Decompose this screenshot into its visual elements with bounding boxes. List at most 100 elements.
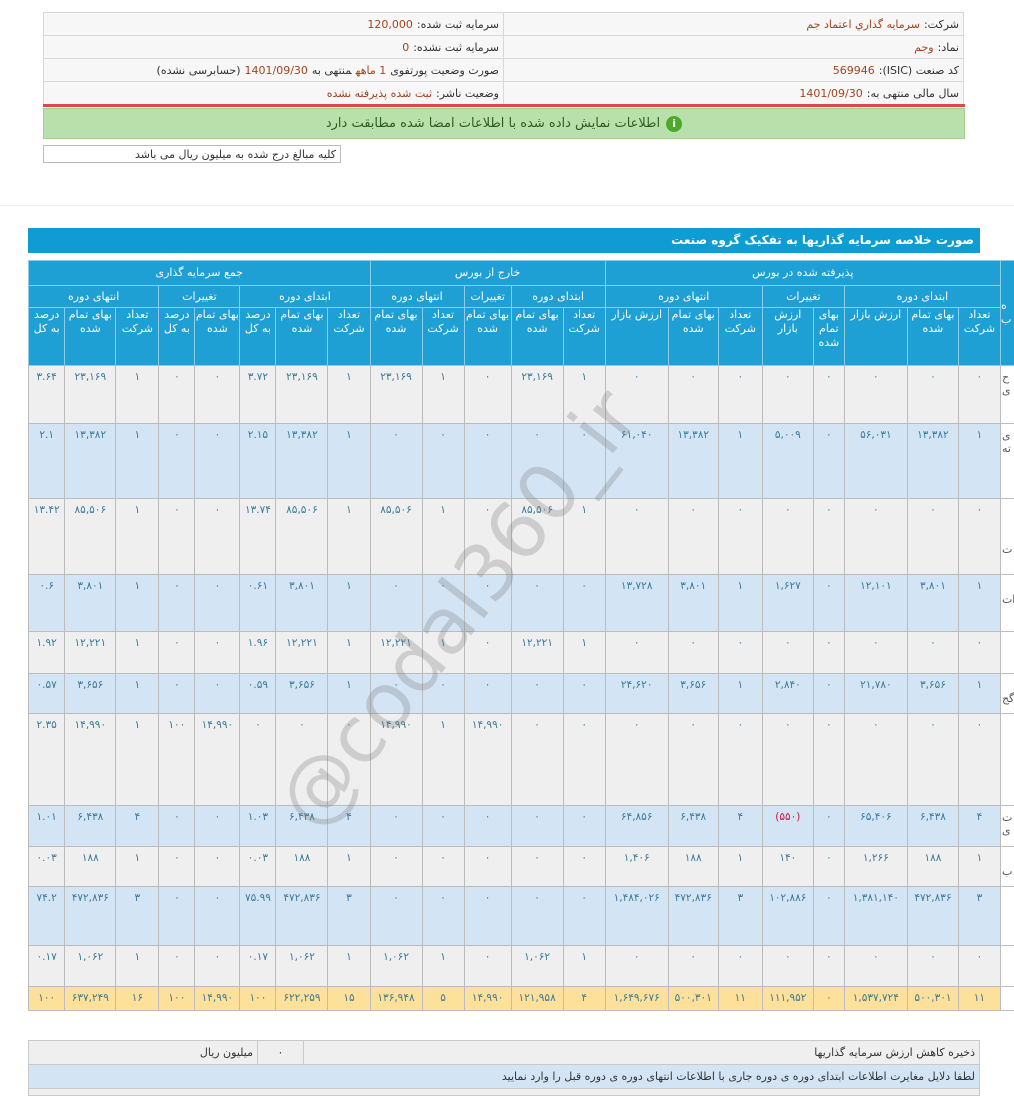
table-cell: ۴: [115, 805, 160, 847]
industry-name: گج: [999, 673, 1014, 714]
table-cell: ۱: [115, 365, 160, 424]
table-cell: ۰: [421, 805, 465, 847]
table-cell: ۰: [906, 945, 959, 987]
table-cell: ۱: [421, 945, 465, 987]
table-cell: ۰: [843, 631, 908, 674]
table-cell: ۱: [115, 498, 160, 575]
table-cell: ۳,۸۰۱: [64, 574, 117, 632]
table-cell: ۶۲۲,۲۵۹: [275, 986, 329, 1011]
table-cell: ۰: [158, 846, 196, 887]
table-cell: ۰: [717, 945, 763, 987]
table-cell: ۶,۴۳۸: [667, 805, 719, 847]
table-cell: ۱: [562, 365, 606, 424]
table-cell: ۶۴,۸۵۶: [604, 805, 669, 847]
period-header: تغییرات: [463, 285, 512, 308]
table-cell: ۱۸۸: [906, 846, 959, 887]
registered-capital-field: سرمایه ثبت شده:120,000: [43, 12, 504, 36]
info-icon: i: [666, 115, 683, 132]
table-cell: ۳,۸۰۱: [906, 574, 959, 632]
table-cell: ۰.۰۳: [239, 846, 277, 887]
discrepancy-prompt: لطفا دلایل مغایرت اطلاعات ابتدای دوره ی …: [28, 1064, 980, 1089]
table-cell: ۰.۱۷: [28, 945, 66, 987]
table-cell: ۳: [957, 886, 1001, 946]
table-cell: ۱: [327, 673, 371, 714]
table-cell: ۷۴.۲: [28, 886, 66, 946]
table-cell: ۱۰۰: [158, 986, 196, 1011]
table-cell: ۰: [604, 945, 669, 987]
column-header: درصد به کل: [28, 307, 66, 366]
company-info-table: شرکت:سرمایه گذاري اعتماد جم سرمایه ثبت ش…: [43, 12, 964, 105]
table-cell: ۰: [194, 498, 241, 575]
table-cell: ۰: [562, 423, 606, 499]
table-cell: ۱: [421, 713, 465, 806]
table-cell: ۰: [812, 498, 845, 575]
table-cell: ۱,۶۴۹,۶۷۶: [604, 986, 669, 1011]
table-cell: ۱۱: [957, 986, 1001, 1011]
table-cell: ۰: [761, 945, 814, 987]
column-header: درصد به کل: [158, 307, 196, 366]
table-cell: ۶۵,۴۰۶: [843, 805, 908, 847]
table-cell: ۰: [812, 986, 845, 1011]
table-cell: ۰: [158, 498, 196, 575]
table-cell: ۱: [957, 423, 1001, 499]
table-cell: ۰: [604, 498, 669, 575]
table-cell: ۰: [812, 945, 845, 987]
table-cell: ۳.۶۴: [28, 365, 66, 424]
column-header: ارزش بازار: [761, 307, 814, 366]
table-cell: ۰: [812, 886, 845, 946]
group-header: پذیرفته شده در بورس: [604, 260, 1001, 286]
table-cell: ۰: [812, 631, 845, 674]
column-header: بهای تمام شده: [64, 307, 117, 366]
fiscal-year-field: سال مالی منتهی به:1401/09/30: [503, 81, 964, 105]
divider: [0, 205, 1014, 206]
table-row: ی ته ۱ ۱۳,۳۸۲ ۵۶,۰۳۱ ۰ ۵,۰۰۹ ۱ ۱۳,۳۸۲ ۶۱,۰۴۰ ۰ ۰ ۰ ۰…: [28, 423, 1014, 499]
table-cell: ۰: [843, 713, 908, 806]
table-cell: ۰: [957, 631, 1001, 674]
column-header: بهای تمام شده: [510, 307, 564, 366]
table-cell: ۱۲,۱۰۱: [843, 574, 908, 632]
table-cell: ۳: [327, 886, 371, 946]
period-header: ابتدای دوره: [510, 285, 606, 308]
table-cell: ۰: [510, 673, 564, 714]
industry-name: ات: [999, 574, 1014, 632]
table-cell: ۰: [463, 365, 512, 424]
investments-table: ه ب پذیرفته شده در بورس خارج از بورس جمع سر…: [28, 260, 1014, 1011]
table-cell: ۲.۳۵: [28, 713, 66, 806]
table-cell: ۱۸۸: [667, 846, 719, 887]
units-note: کلیه مبالغ درج شده به میلیون ریال می باش…: [43, 145, 341, 163]
table-cell: ۱,۳۸۱,۱۴۰: [843, 886, 908, 946]
table-cell: ۰: [369, 673, 423, 714]
table-cell: ۰: [667, 365, 719, 424]
discrepancy-input[interactable]: [28, 1088, 980, 1096]
table-cell: ۰: [843, 365, 908, 424]
table-cell: ۰: [158, 631, 196, 674]
reserve-label: ذخیره کاهش ارزش سرمایه گذاریها: [303, 1040, 980, 1065]
reserve-value: ۰: [257, 1040, 304, 1065]
table-cell: ۱: [327, 574, 371, 632]
table-cell: ۰: [906, 498, 959, 575]
investments-table-container[interactable]: ه ب پذیرفته شده در بورس خارج از بورس جمع سر…: [28, 260, 1014, 1012]
table-cell: ۰.۶: [28, 574, 66, 632]
table-cell: ۰: [463, 805, 512, 847]
table-cell: ۴۷۲,۸۳۶: [667, 886, 719, 946]
table-cell: ۰: [158, 423, 196, 499]
table-cell: ۵: [421, 986, 465, 1011]
table-cell: ۰: [717, 713, 763, 806]
table-cell: ۴: [327, 805, 371, 847]
group-header: خارج از بورس: [369, 260, 606, 286]
column-header: بهای تمام شده: [812, 307, 845, 366]
table-cell: ۰: [957, 498, 1001, 575]
table-cell: ۰: [761, 631, 814, 674]
table-row: ۰ ۰ ۰ ۰ ۰ ۰ ۰ ۰ ۱ ۱,۰۶۲ ۰ ۱ ۱,۰۶۲ ۱ ۱,۰۶۲ ۰.۱۷ ۰ ۰ ۱ ۱,۰۶۲ ۰…: [28, 945, 1014, 987]
table-cell: ۰: [717, 365, 763, 424]
table-cell: ۱۴,۹۹۰: [463, 713, 512, 806]
verification-banner: i اطلاعات نمایش داده شده با اطلاعات امضا…: [43, 108, 965, 139]
table-cell: ۰: [604, 713, 669, 806]
table-cell: ۱,۰۶۲: [275, 945, 329, 987]
table-cell: (۵۵۰): [761, 805, 814, 847]
table-cell: ۲۱,۷۸۰: [843, 673, 908, 714]
table-cell: ۱: [327, 498, 371, 575]
period-header: انتهای دوره: [28, 285, 160, 308]
table-cell: ۴: [957, 805, 1001, 847]
table-cell: ۰: [158, 805, 196, 847]
